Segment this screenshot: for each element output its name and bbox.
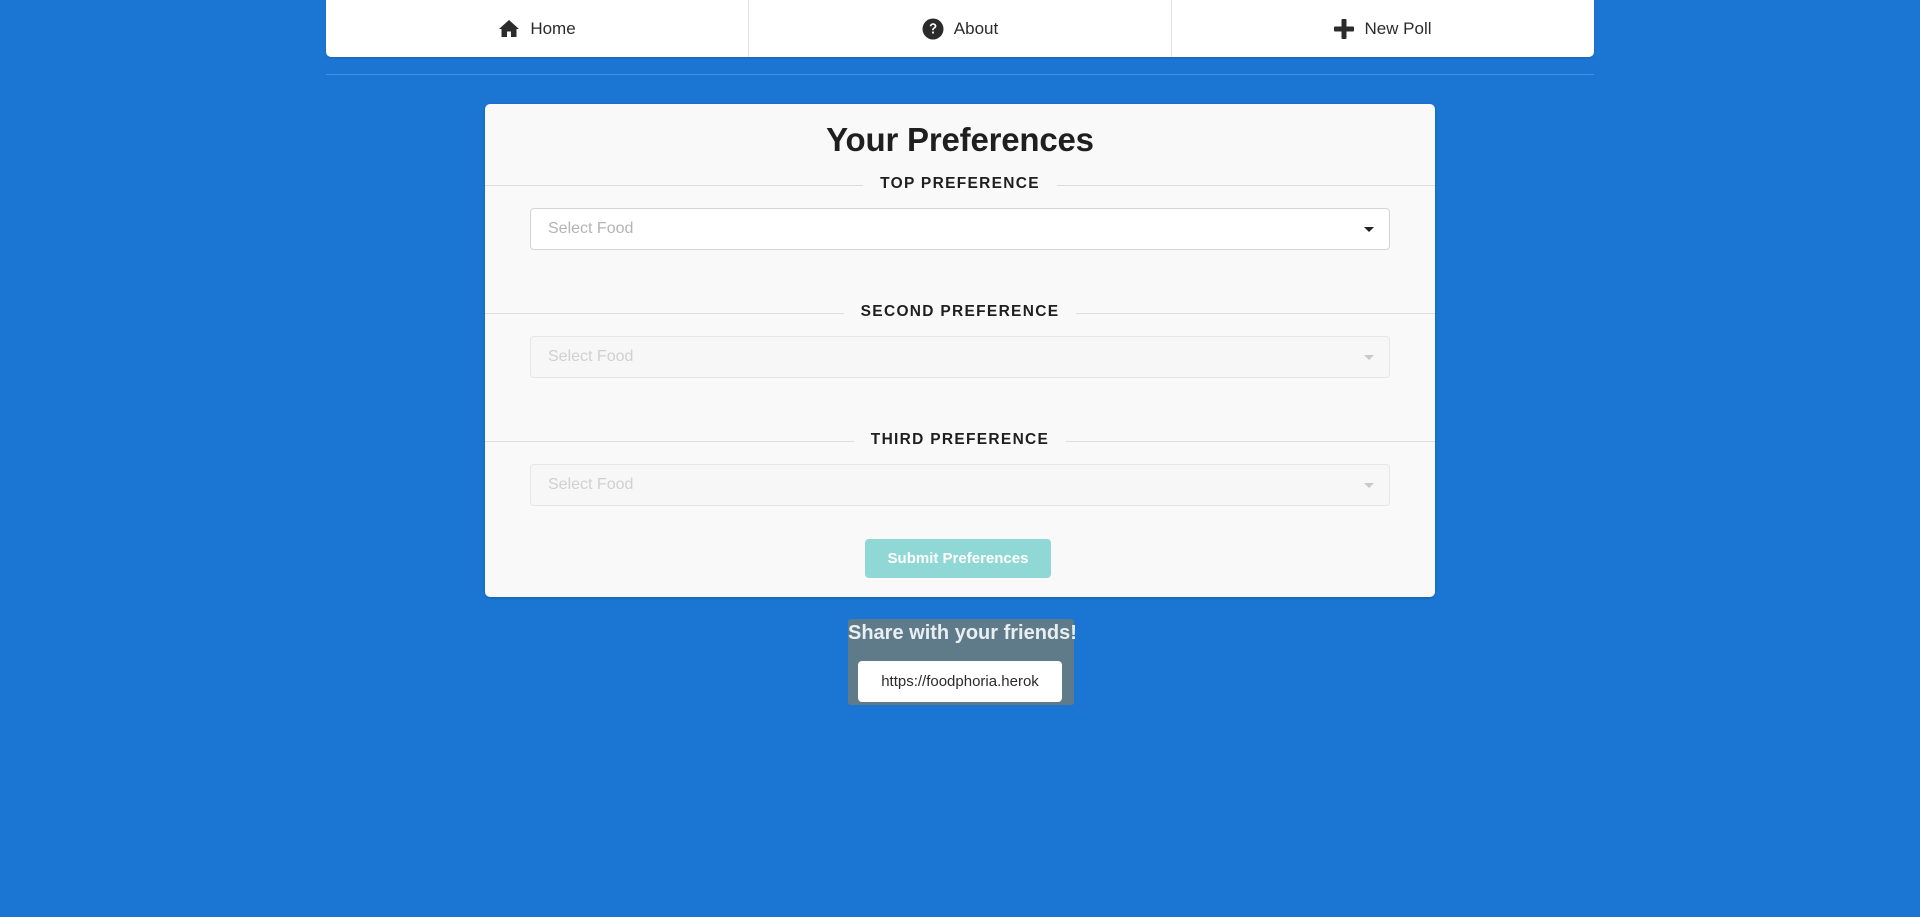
- share-title: Share with your friends!: [848, 622, 1077, 644]
- nav-item-home[interactable]: Home: [326, 0, 749, 57]
- home-icon: [498, 19, 520, 38]
- top-preference-label: TOP PREFERENCE: [863, 175, 1057, 192]
- select-placeholder: Select Food: [548, 220, 634, 237]
- second-preference-label: SECOND PREFERENCE: [843, 303, 1077, 320]
- nav-home-label: Home: [530, 18, 576, 38]
- submit-preferences-button[interactable]: Submit Preferences: [865, 539, 1051, 578]
- select-placeholder: Select Food: [548, 476, 634, 493]
- preferences-card: Your Preferences TOP PREFERENCE Select F…: [485, 104, 1435, 597]
- select-placeholder: Select Food: [548, 348, 634, 365]
- nav-item-about[interactable]: About: [749, 0, 1172, 57]
- third-preference-label: THIRD PREFERENCE: [853, 431, 1067, 448]
- share-url-field[interactable]: https://foodphoria.herok: [858, 661, 1062, 702]
- second-preference-select[interactable]: Select Food: [530, 336, 1390, 378]
- caret-down-icon: [1364, 355, 1374, 360]
- caret-down-icon: [1364, 483, 1374, 488]
- nav-divider: [326, 74, 1594, 75]
- third-preference-select[interactable]: Select Food: [530, 464, 1390, 506]
- caret-down-icon: [1364, 227, 1374, 232]
- page-title: Your Preferences: [826, 121, 1094, 158]
- plus-icon: [1334, 18, 1355, 39]
- top-preference-select[interactable]: Select Food: [530, 208, 1390, 250]
- nav-about-label: About: [953, 18, 999, 38]
- top-nav: Home About New Poll: [326, 0, 1594, 57]
- share-box: Share with your friends! https://foodpho…: [848, 619, 1077, 705]
- nav-item-new-poll[interactable]: New Poll: [1172, 0, 1594, 57]
- nav-new-poll-label: New Poll: [1364, 18, 1432, 38]
- question-circle-icon: [922, 18, 944, 40]
